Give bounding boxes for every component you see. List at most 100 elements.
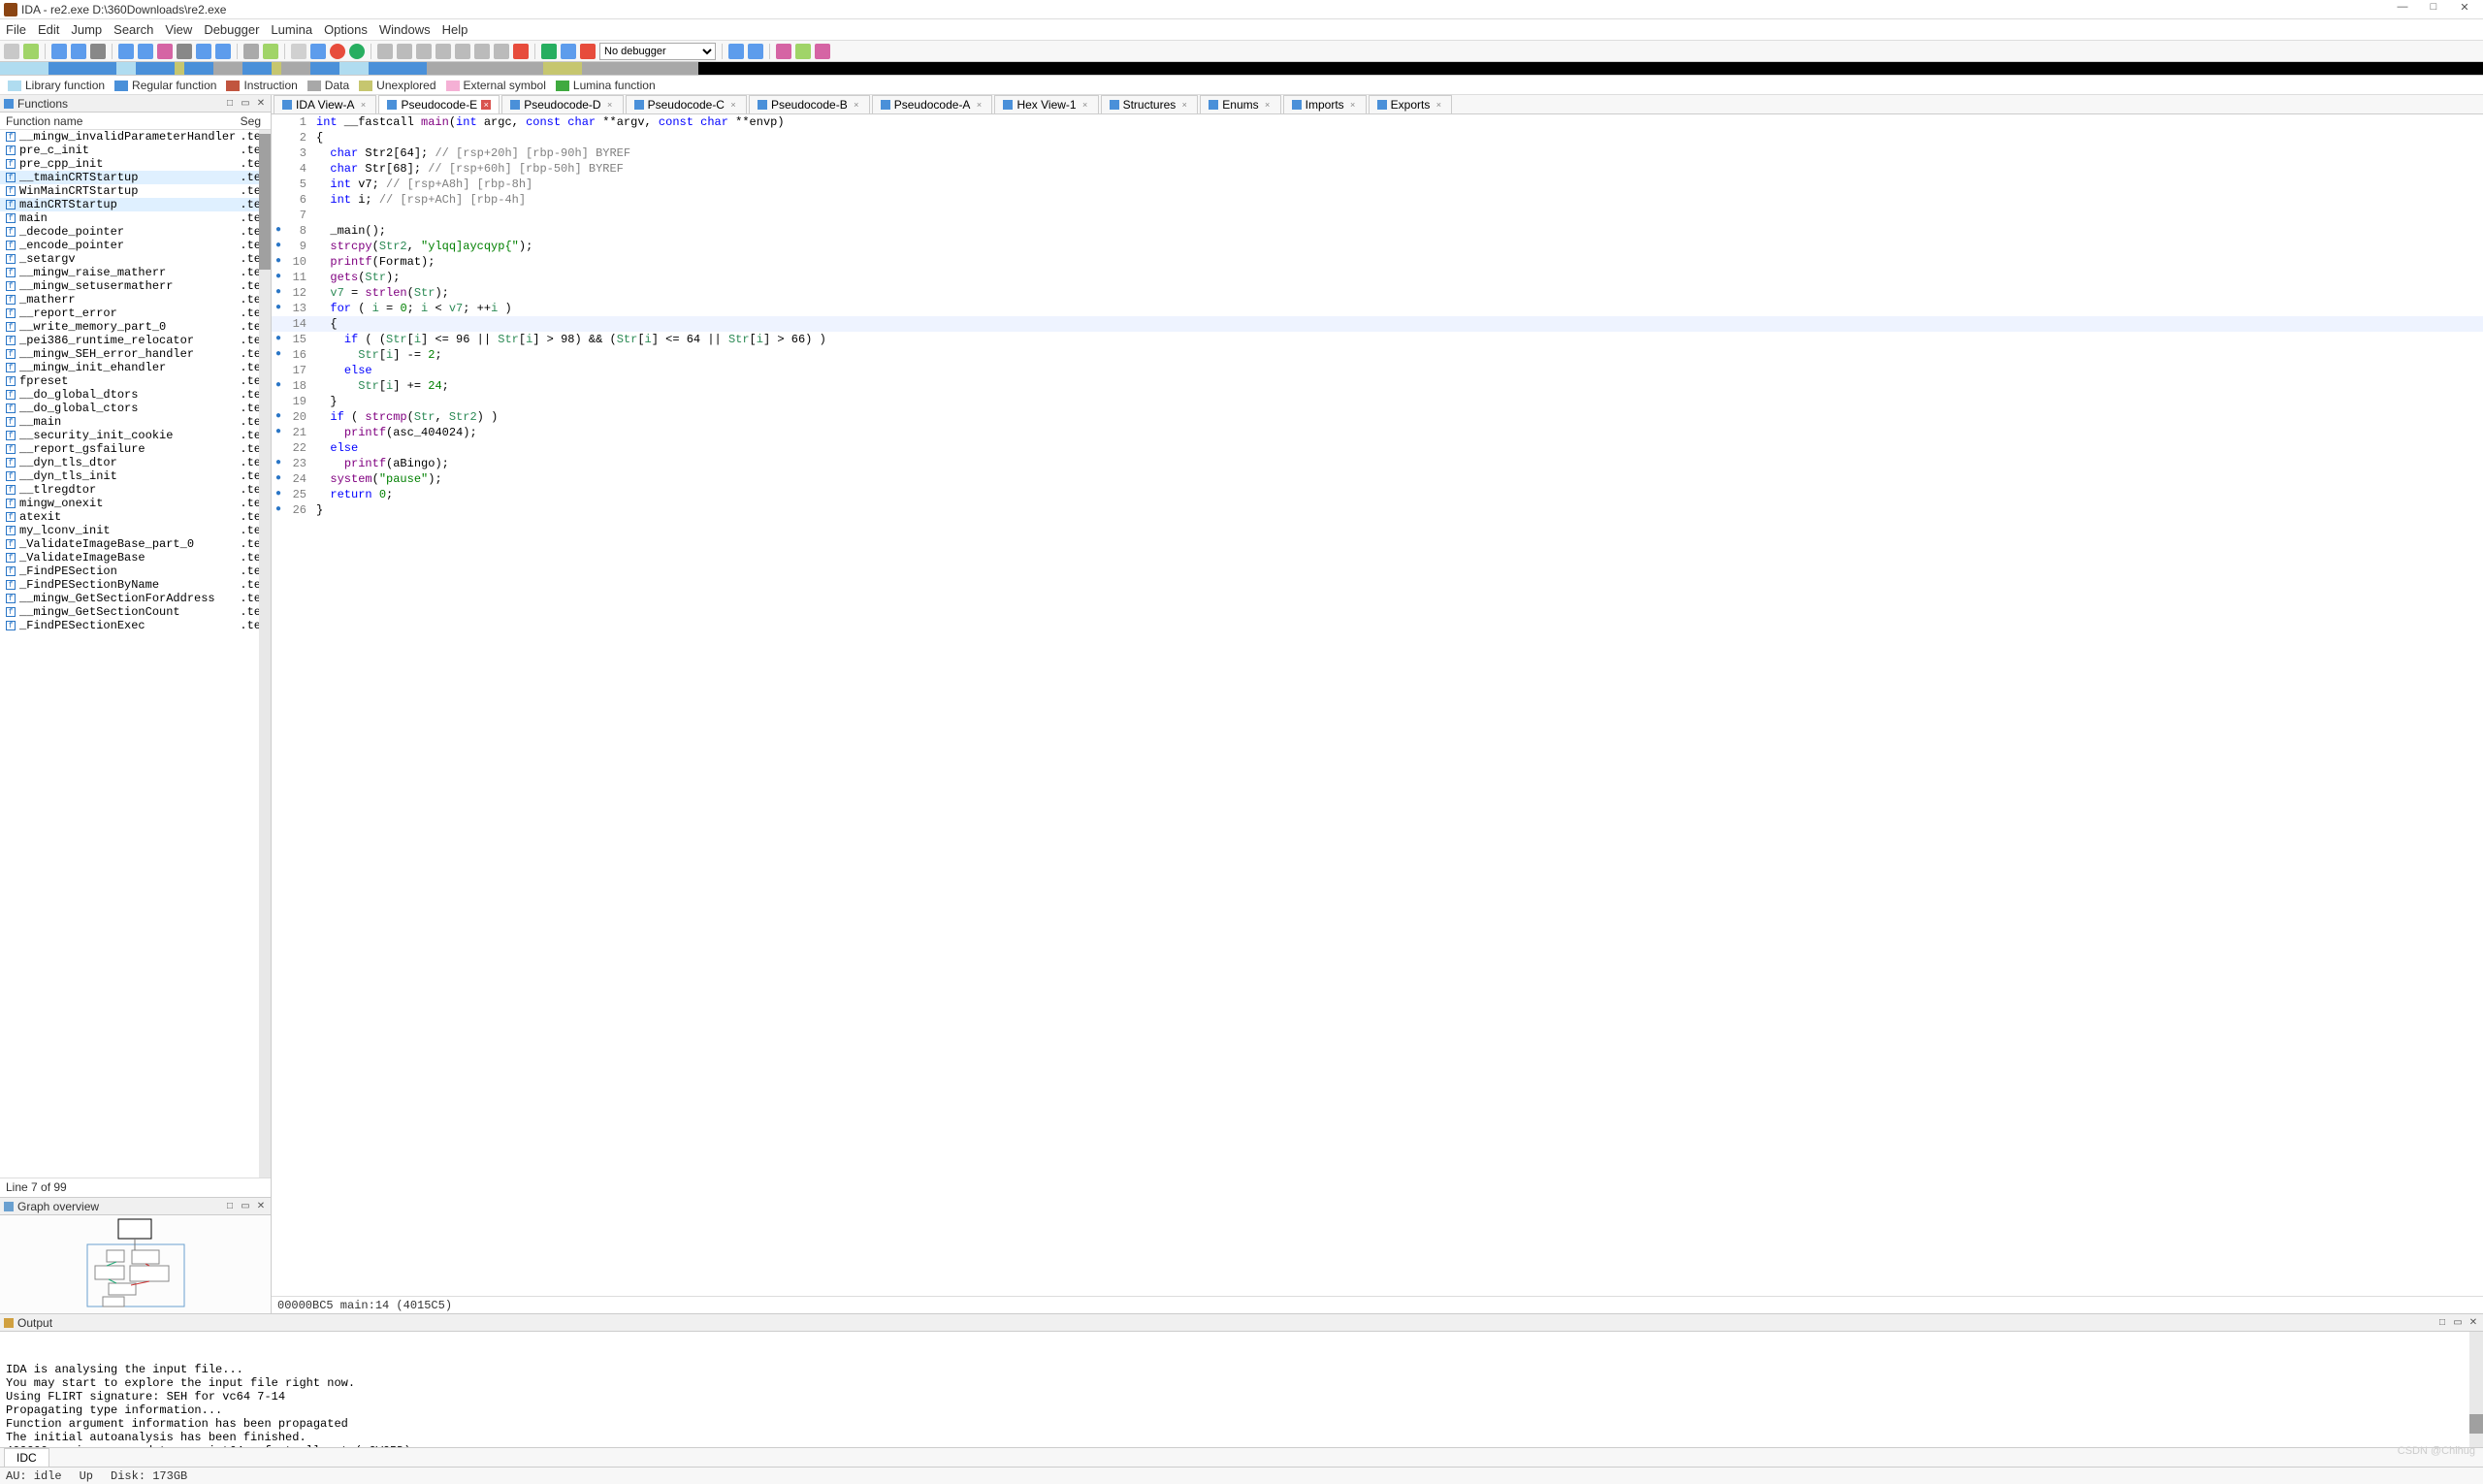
navigation-band[interactable] xyxy=(0,62,2483,76)
nav-segment[interactable] xyxy=(427,62,543,75)
tab-close-button[interactable]: × xyxy=(1434,100,1443,110)
nav-segment[interactable] xyxy=(310,62,339,75)
function-row[interactable]: f__mingw_SEH_error_handler.te xyxy=(0,347,271,361)
graph-dock-button[interactable]: □ xyxy=(224,1201,236,1212)
menu-jump[interactable]: Jump xyxy=(71,22,102,37)
function-row[interactable]: ffpreset.te xyxy=(0,374,271,388)
function-row[interactable]: fatexit.te xyxy=(0,510,271,524)
tab-imports[interactable]: Imports× xyxy=(1283,95,1367,113)
breakpoint-gutter[interactable] xyxy=(272,425,285,440)
breakpoint-gutter[interactable] xyxy=(272,239,285,254)
menu-options[interactable]: Options xyxy=(324,22,368,37)
function-row[interactable]: fmain.te xyxy=(0,211,271,225)
idc-tab[interactable]: IDC xyxy=(4,1448,49,1467)
nav-segment[interactable] xyxy=(0,62,48,75)
breakpoint-gutter[interactable] xyxy=(272,409,285,425)
function-row[interactable]: f__main.te xyxy=(0,415,271,429)
t7-icon[interactable] xyxy=(494,44,509,59)
pause-icon[interactable] xyxy=(561,44,576,59)
graph-close-button[interactable]: ✕ xyxy=(255,1201,267,1212)
code-line[interactable]: 13 for ( i = 0; i < v7; ++i ) xyxy=(272,301,2483,316)
breakpoint-gutter[interactable] xyxy=(272,471,285,487)
code-line[interactable]: 12 v7 = strlen(Str); xyxy=(272,285,2483,301)
tab-structures[interactable]: Structures× xyxy=(1101,95,1199,113)
code-line[interactable]: 19 } xyxy=(272,394,2483,409)
output-restore-button[interactable]: ▭ xyxy=(2452,1317,2464,1329)
function-row[interactable]: f__mingw_raise_matherr.te xyxy=(0,266,271,279)
code-line[interactable]: 15 if ( (Str[i] <= 96 || Str[i] > 98) &&… xyxy=(272,332,2483,347)
code-line[interactable]: 11 gets(Str); xyxy=(272,270,2483,285)
code-line[interactable]: 24 system("pause"); xyxy=(272,471,2483,487)
panel-dock-button[interactable]: □ xyxy=(224,98,236,110)
nav-segment[interactable] xyxy=(369,62,427,75)
code-line[interactable]: 23 printf(aBingo); xyxy=(272,456,2483,471)
nav-segment[interactable] xyxy=(272,62,281,75)
function-row[interactable]: fpre_cpp_init.te xyxy=(0,157,271,171)
tool5-icon[interactable] xyxy=(196,44,211,59)
tab-enums[interactable]: Enums× xyxy=(1200,95,1280,113)
forward-icon[interactable] xyxy=(71,44,86,59)
t2-icon[interactable] xyxy=(397,44,412,59)
menu-help[interactable]: Help xyxy=(442,22,468,37)
function-row[interactable]: fmainCRTStartup.te xyxy=(0,198,271,211)
function-row[interactable]: f__report_error.te xyxy=(0,306,271,320)
output-text[interactable]: IDA is analysing the input file...You ma… xyxy=(0,1332,2483,1447)
tab-close-button[interactable]: × xyxy=(1080,100,1090,110)
function-row[interactable]: f__mingw_GetSectionCount.te xyxy=(0,605,271,619)
tab-close-button[interactable]: × xyxy=(1348,100,1358,110)
function-row[interactable]: f_setargv.te xyxy=(0,252,271,266)
breakpoint-gutter[interactable] xyxy=(272,270,285,285)
code-line[interactable]: 14 { xyxy=(272,316,2483,332)
function-row[interactable]: f__do_global_ctors.te xyxy=(0,402,271,415)
tab-close-button[interactable]: × xyxy=(728,100,738,110)
function-row[interactable]: f__write_memory_part_0.te xyxy=(0,320,271,334)
nav-segment[interactable] xyxy=(281,62,310,75)
code-line[interactable]: 20 if ( strcmp(Str, Str2) ) xyxy=(272,409,2483,425)
code-line[interactable]: 9 strcpy(Str2, "ylqq]aycqyp{"); xyxy=(272,239,2483,254)
functions-col-name[interactable]: Function name xyxy=(0,114,236,128)
breakpoint-gutter[interactable] xyxy=(272,440,285,456)
stop-icon[interactable] xyxy=(580,44,596,59)
nav-segment[interactable] xyxy=(136,62,175,75)
function-row[interactable]: f__tmainCRTStartup.te xyxy=(0,171,271,184)
code-line[interactable]: 25 return 0; xyxy=(272,487,2483,502)
menu-windows[interactable]: Windows xyxy=(379,22,431,37)
breakpoint-gutter[interactable] xyxy=(272,114,285,130)
breakpoint-gutter[interactable] xyxy=(272,363,285,378)
breakpoint-gutter[interactable] xyxy=(272,145,285,161)
nav-segment[interactable] xyxy=(184,62,213,75)
tool9-icon[interactable] xyxy=(310,44,326,59)
function-row[interactable]: fmingw_onexit.te xyxy=(0,497,271,510)
function-row[interactable]: f_ValidateImageBase_part_0.te xyxy=(0,537,271,551)
output-dock-button[interactable]: □ xyxy=(2436,1317,2448,1329)
t6-icon[interactable] xyxy=(474,44,490,59)
r5-icon[interactable] xyxy=(815,44,830,59)
tab-close-button[interactable]: × xyxy=(852,100,861,110)
function-row[interactable]: fWinMainCRTStartup.te xyxy=(0,184,271,198)
maximize-button[interactable]: □ xyxy=(2419,1,2448,18)
code-line[interactable]: 21 printf(asc_404024); xyxy=(272,425,2483,440)
nav-icon[interactable] xyxy=(90,44,106,59)
save-icon[interactable] xyxy=(23,44,39,59)
nav-segment[interactable] xyxy=(242,62,272,75)
nav-segment[interactable] xyxy=(582,62,698,75)
function-row[interactable]: f__mingw_GetSectionForAddress.te xyxy=(0,592,271,605)
function-row[interactable]: f__mingw_init_ehandler.te xyxy=(0,361,271,374)
function-row[interactable]: f__dyn_tls_dtor.te xyxy=(0,456,271,469)
breakpoint-gutter[interactable] xyxy=(272,332,285,347)
code-line[interactable]: 8 _main(); xyxy=(272,223,2483,239)
breakpoint-gutter[interactable] xyxy=(272,347,285,363)
t5-icon[interactable] xyxy=(455,44,470,59)
breakpoint-gutter[interactable] xyxy=(272,177,285,192)
code-line[interactable]: 2{ xyxy=(272,130,2483,145)
tool4-icon[interactable] xyxy=(177,44,192,59)
t1-icon[interactable] xyxy=(377,44,393,59)
tab-pseudocode-e[interactable]: Pseudocode-E× xyxy=(378,95,500,113)
nav-segment[interactable] xyxy=(175,62,184,75)
breakpoint-gutter[interactable] xyxy=(272,301,285,316)
function-row[interactable]: f__security_init_cookie.te xyxy=(0,429,271,442)
function-row[interactable]: f_FindPESectionByName.te xyxy=(0,578,271,592)
tool1-icon[interactable] xyxy=(118,44,134,59)
nav-segment[interactable] xyxy=(339,62,369,75)
code-line[interactable]: 18 Str[i] += 24; xyxy=(272,378,2483,394)
